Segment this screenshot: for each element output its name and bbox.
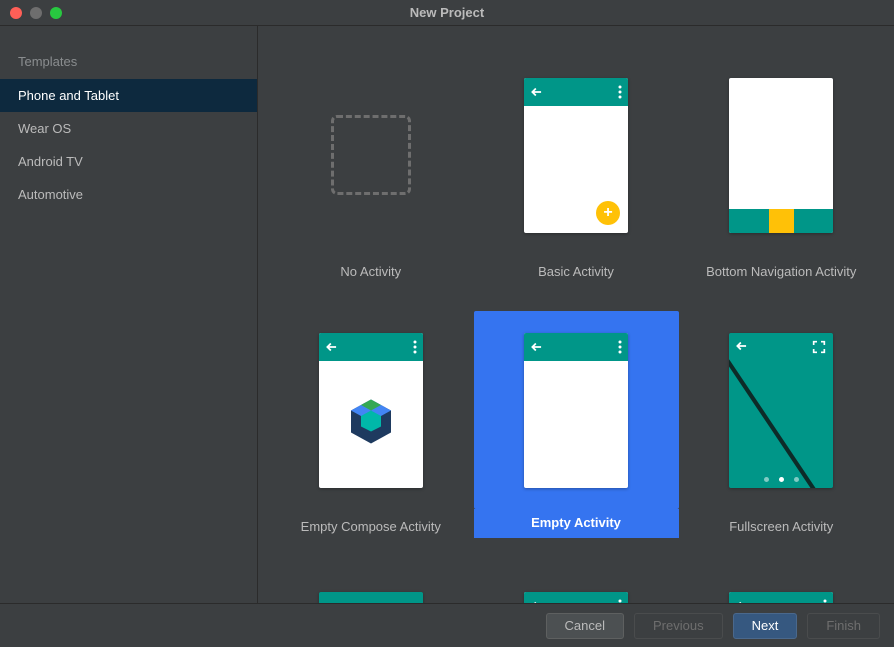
more-icon <box>618 599 622 604</box>
phone-preview <box>729 333 833 488</box>
template-label: Basic Activity <box>538 264 614 279</box>
template-thumbnail: + <box>474 56 679 254</box>
sidebar-item-android-tv[interactable]: Android TV <box>0 145 257 178</box>
template-thumbnail <box>268 311 473 509</box>
sidebar: Templates Phone and TabletWear OSAndroid… <box>0 26 258 603</box>
sidebar-item-phone-and-tablet[interactable]: Phone and Tablet <box>0 79 257 112</box>
phone-preview: + <box>524 78 628 233</box>
phone-preview <box>524 333 628 488</box>
close-window-button[interactable] <box>10 7 22 19</box>
compose-logo-icon <box>349 398 393 451</box>
template-bottom-navigation-activity[interactable]: Bottom Navigation Activity <box>679 56 884 279</box>
more-icon <box>618 340 622 354</box>
window-controls <box>10 7 62 19</box>
template-label: Empty Compose Activity <box>301 519 441 534</box>
template-thumbnail <box>474 311 679 509</box>
phone-preview <box>524 592 628 604</box>
template-no-activity[interactable]: No Activity <box>268 56 473 279</box>
maximize-window-button[interactable] <box>50 7 62 19</box>
back-arrow-icon <box>530 85 544 99</box>
template-thumbnail <box>679 311 884 509</box>
footer: Cancel Previous Next Finish <box>0 603 894 647</box>
appbar <box>524 78 628 106</box>
sidebar-item-automotive[interactable]: Automotive <box>0 178 257 211</box>
appbar <box>524 333 628 361</box>
back-arrow-icon <box>530 599 544 604</box>
cancel-button[interactable]: Cancel <box>546 613 624 639</box>
more-icon <box>413 340 417 354</box>
sidebar-header: Templates <box>0 40 257 79</box>
phone-preview <box>729 592 833 604</box>
back-arrow-icon <box>735 599 749 604</box>
phone-preview: Interstitial Ad <box>319 592 423 604</box>
appbar <box>319 333 423 361</box>
appbar <box>729 592 833 604</box>
page-indicator <box>729 477 833 482</box>
template-empty-compose-activity[interactable]: Empty Compose Activity <box>268 311 473 538</box>
template-primary-detail-flow[interactable]: Primary/Detail Flow <box>679 570 884 603</box>
template-thumbnail <box>679 570 884 603</box>
next-button[interactable]: Next <box>733 613 798 639</box>
template-fullscreen-activity[interactable]: Fullscreen Activity <box>679 311 884 538</box>
template-label: No Activity <box>340 264 401 279</box>
previous-button[interactable]: Previous <box>634 613 723 639</box>
template-thumbnail: Interstitial Ad <box>268 570 473 603</box>
appbar <box>524 592 628 604</box>
template-gallery: No Activity + Basic Activity Bottom Navigat… <box>258 26 894 603</box>
main: Templates Phone and TabletWear OSAndroid… <box>0 26 894 603</box>
titlebar: New Project <box>0 0 894 26</box>
window-title: New Project <box>0 5 894 20</box>
fab-icon: + <box>596 201 620 225</box>
template-thumbnail <box>268 56 473 254</box>
minimize-window-button[interactable] <box>30 7 42 19</box>
finish-button[interactable]: Finish <box>807 613 880 639</box>
template-interstitial-ad[interactable]: Interstitial AdGoogle AdMob Ads Activity <box>268 570 473 603</box>
back-arrow-icon <box>325 340 339 354</box>
template-label: Empty Activity <box>474 509 679 538</box>
template-label: Bottom Navigation Activity <box>706 264 856 279</box>
template-empty-activity[interactable]: Empty Activity <box>474 311 679 538</box>
template-google-maps-activity[interactable]: Google Maps Activity <box>474 570 679 603</box>
template-thumbnail <box>474 570 679 603</box>
template-label: Fullscreen Activity <box>729 519 833 534</box>
dashed-placeholder-icon <box>331 115 411 195</box>
bottom-nav <box>729 209 833 233</box>
more-icon <box>618 85 622 99</box>
phone-preview <box>729 78 833 233</box>
more-icon <box>823 599 827 604</box>
back-arrow-icon <box>530 340 544 354</box>
template-thumbnail <box>679 56 884 254</box>
phone-preview <box>319 333 423 488</box>
template-basic-activity[interactable]: + Basic Activity <box>474 56 679 279</box>
nav-tab-active <box>769 209 794 233</box>
sidebar-item-wear-os[interactable]: Wear OS <box>0 112 257 145</box>
